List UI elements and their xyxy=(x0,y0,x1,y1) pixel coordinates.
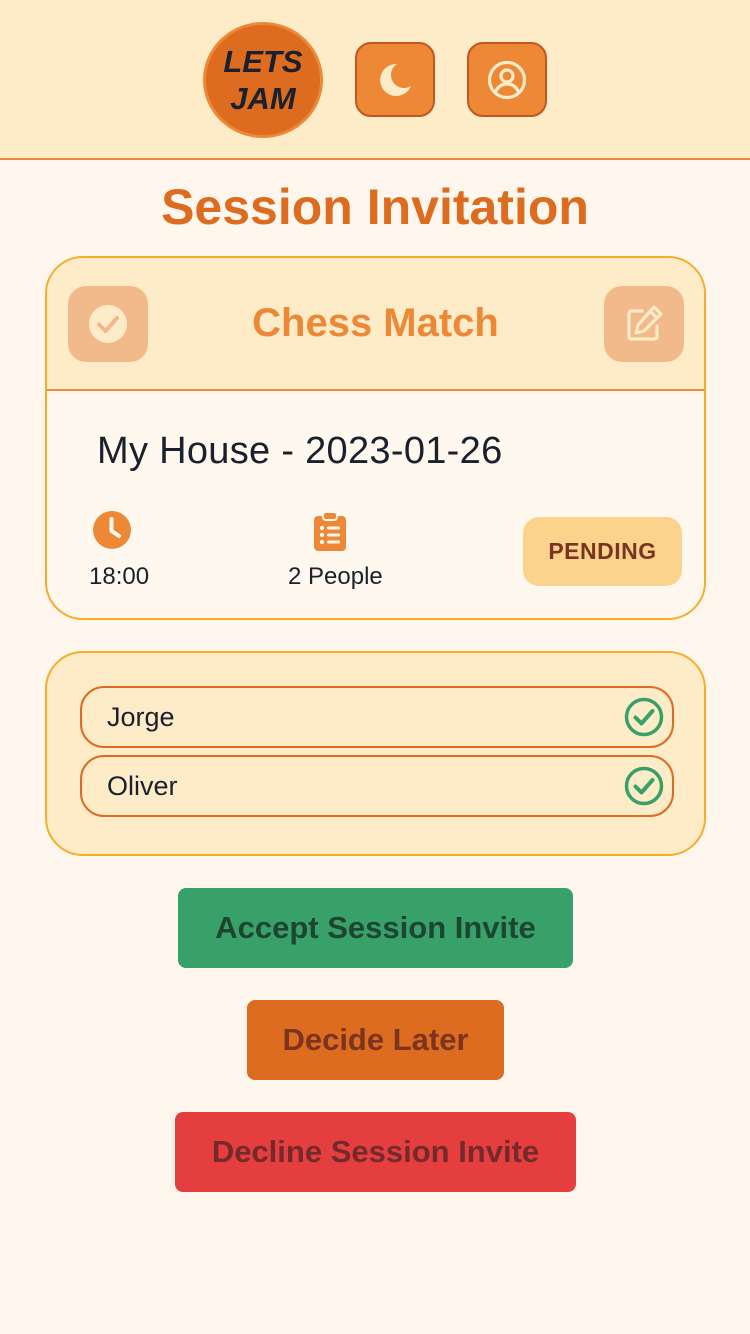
clock-icon xyxy=(93,511,131,549)
status-badge: PENDING xyxy=(523,517,682,586)
session-location-date: My House - 2023-01-26 xyxy=(97,430,503,472)
edit-session-button[interactable] xyxy=(604,286,684,362)
session-card: Chess Match My House - 2023-01-26 18:00 … xyxy=(45,256,706,620)
check-circle-icon xyxy=(624,697,664,737)
edit-icon xyxy=(627,305,663,341)
page-title: Session Invitation xyxy=(161,179,589,235)
session-people-count: 2 People xyxy=(288,563,383,590)
profile-button[interactable] xyxy=(467,42,547,117)
check-circle-icon xyxy=(624,766,664,806)
theme-toggle-button[interactable] xyxy=(355,42,435,117)
session-time: 18:00 xyxy=(89,563,150,590)
app-header: LETS JAM xyxy=(0,0,750,160)
logo-line-1: LETS xyxy=(223,44,303,79)
decline-invite-button[interactable]: Decline Session Invite xyxy=(175,1112,576,1192)
accept-invite-button[interactable]: Accept Session Invite xyxy=(178,888,573,968)
attendee-name: Jorge xyxy=(107,702,175,732)
user-circle-icon xyxy=(487,60,527,99)
moon-icon xyxy=(380,63,411,96)
attendee-list: Jorge Oliver xyxy=(45,651,706,856)
decide-later-button[interactable]: Decide Later xyxy=(247,1000,504,1080)
session-card-header: Chess Match xyxy=(47,258,704,391)
logo-line-2: JAM xyxy=(230,81,296,116)
app-logo[interactable]: LETS JAM xyxy=(203,22,323,138)
attendee-item: Oliver xyxy=(80,755,674,817)
clipboard-list-icon xyxy=(314,512,346,551)
attendee-item: Jorge xyxy=(80,686,674,748)
attendee-name: Oliver xyxy=(107,771,178,801)
